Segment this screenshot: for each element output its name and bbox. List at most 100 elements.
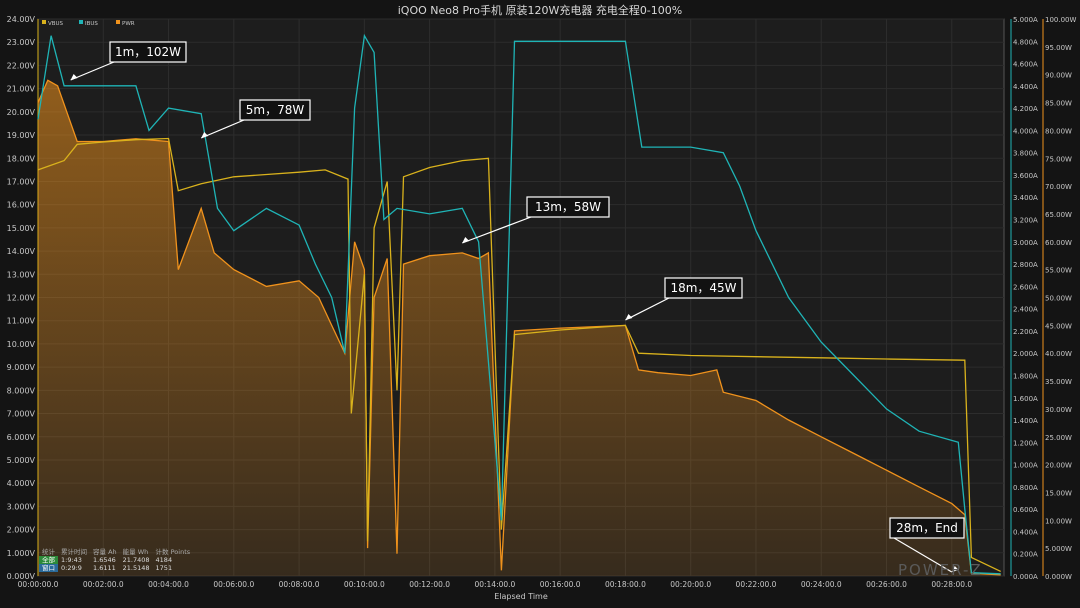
left-axis-tick-label: 19.00V xyxy=(7,131,36,140)
legend-swatch xyxy=(79,20,83,24)
mid-axis-tick-label: 4.400A xyxy=(1013,83,1038,91)
mid-axis-tick-label: 4.200A xyxy=(1013,105,1038,113)
right-axis-tick-label: 20.00W xyxy=(1045,462,1072,470)
right-axis-tick-label: 70.00W xyxy=(1045,183,1072,191)
stats-header: 计数 Points xyxy=(155,548,191,556)
right-axis-tick-label: 100.00W xyxy=(1045,16,1076,24)
right-axis-tick-label: 60.00W xyxy=(1045,239,1072,247)
stats-header: 统计 xyxy=(42,548,55,556)
left-axis-tick-label: 22.00V xyxy=(7,61,36,70)
right-axis-tick-label: 0.000W xyxy=(1045,573,1072,581)
x-axis-tick-label: 00:12:00.0 xyxy=(409,580,450,589)
stats-cell: 4184 xyxy=(155,556,173,564)
x-axis-tick-label: 00:00:00.0 xyxy=(18,580,59,589)
left-axis-tick-label: 24.00V xyxy=(7,15,36,24)
x-axis-tick-label: 00:08:00.0 xyxy=(279,580,320,589)
x-axis-tick-label: 00:10:00.0 xyxy=(344,580,385,589)
left-axis-tick-label: 13.00V xyxy=(7,270,36,279)
right-axis-tick-label: 5.000W xyxy=(1045,545,1072,553)
mid-axis-tick-label: 4.000A xyxy=(1013,127,1038,135)
callout-label: 18m，45W xyxy=(670,281,736,295)
left-axis-tick-label: 11.00V xyxy=(7,317,36,326)
right-axis-tick-label: 40.00W xyxy=(1045,350,1072,358)
right-axis-tick-label: 50.00W xyxy=(1045,295,1072,303)
x-axis-tick-label: 00:04:00.0 xyxy=(148,580,189,589)
stats-row: 窗口 0:29:9 1.6111 21.5148 1751 xyxy=(39,564,193,572)
left-axis-tick-label: 10.00V xyxy=(7,340,36,349)
mid-axis-tick-label: 2.000A xyxy=(1013,350,1038,358)
left-axis-tick-label: 23.00V xyxy=(7,38,36,47)
mid-axis-tick-label: 1.200A xyxy=(1013,439,1038,447)
x-axis-tick-label: 00:20:00.0 xyxy=(670,580,711,589)
right-axis-tick-label: 80.00W xyxy=(1045,127,1072,135)
stats-header-row: 统计 累计时间 容量 Ah 能量 Wh 计数 Points xyxy=(39,548,193,556)
mid-axis-tick-label: 2.400A xyxy=(1013,306,1038,314)
mid-axis-tick-label: 1.000A xyxy=(1013,462,1038,470)
callout-label: 13m，58W xyxy=(535,200,601,214)
legend-label: PWR xyxy=(122,21,135,27)
mid-axis-tick-label: 2.600A xyxy=(1013,283,1038,291)
stats-cell: 1.6546 xyxy=(93,556,116,564)
mid-axis-tick-label: 3.200A xyxy=(1013,217,1038,225)
left-axis-tick-label: 18.00V xyxy=(7,154,36,163)
mid-axis-tick-label: 3.600A xyxy=(1013,172,1038,180)
stats-cell: 1751 xyxy=(155,564,173,572)
left-axis-tick-label: 9.000V xyxy=(7,363,36,372)
callout-label: 5m，78W xyxy=(246,103,305,117)
x-axis-tick-label: 00:06:00.0 xyxy=(213,580,254,589)
left-axis-tick-label: 5.000V xyxy=(7,456,36,465)
right-axis-tick-label: 10.00W xyxy=(1045,517,1072,525)
stats-cell: 21.7408 xyxy=(122,556,150,564)
x-axis-tick-label: 00:18:00.0 xyxy=(605,580,646,589)
mid-axis-tick-label: 3.800A xyxy=(1013,150,1038,158)
stats-row: 全部 1:9:43 1.6546 21.7408 4184 xyxy=(39,556,193,564)
left-axis-tick-label: 21.00V xyxy=(7,85,36,94)
right-axis-tick-label: 75.00W xyxy=(1045,155,1072,163)
legend-swatch xyxy=(42,20,46,24)
right-axis-tick-label: 15.00W xyxy=(1045,489,1072,497)
right-axis-tick-label: 25.00W xyxy=(1045,434,1072,442)
x-axis-tick-label: 00:16:00.0 xyxy=(540,580,581,589)
left-axis-tick-label: 4.000V xyxy=(7,479,36,488)
left-axis-tick-label: 20.00V xyxy=(7,108,36,117)
right-axis-tick-label: 85.00W xyxy=(1045,100,1072,108)
watermark-logo: POWER-Z xyxy=(898,561,983,579)
right-axis-tick-label: 90.00W xyxy=(1045,72,1072,80)
stats-cell: 1.6111 xyxy=(93,564,116,572)
right-axis-tick-label: 55.00W xyxy=(1045,267,1072,275)
right-axis-tick-label: 65.00W xyxy=(1045,211,1072,219)
legend-label: VBUS xyxy=(48,21,64,27)
left-axis-tick-label: 17.00V xyxy=(7,177,36,186)
mid-axis-tick-label: 2.800A xyxy=(1013,261,1038,269)
right-axis-tick-label: 35.00W xyxy=(1045,378,1072,386)
left-axis-tick-label: 2.000V xyxy=(7,526,36,535)
left-axis-tick-label: 8.000V xyxy=(7,386,36,395)
callout-label: 28m，End xyxy=(896,521,958,535)
legend-label: IBUS xyxy=(85,21,98,27)
left-axis-tick-label: 15.00V xyxy=(7,224,36,233)
right-axis-tick-label: 30.00W xyxy=(1045,406,1072,414)
left-axis-tick-label: 3.000V xyxy=(7,502,36,511)
x-axis-tick-label: 00:24:00.0 xyxy=(801,580,842,589)
x-axis-tick-label: 00:14:00.0 xyxy=(474,580,515,589)
stats-header: 累计时间 xyxy=(61,548,87,556)
mid-axis-tick-label: 0.000A xyxy=(1013,573,1038,581)
mid-axis-tick-label: 1.600A xyxy=(1013,395,1038,403)
mid-axis-tick-label: 4.800A xyxy=(1013,38,1038,46)
chart-canvas: 0.000V1.000V2.000V3.000V4.000V5.000V6.00… xyxy=(7,15,1077,601)
mid-axis-tick-label: 1.400A xyxy=(1013,417,1038,425)
legend-swatch xyxy=(116,20,120,24)
left-axis-tick-label: 14.00V xyxy=(7,247,36,256)
left-axis-tick-label: 16.00V xyxy=(7,201,36,210)
left-axis-tick-label: 1.000V xyxy=(7,549,36,558)
mid-axis-tick-label: 0.800A xyxy=(1013,484,1038,492)
stats-header: 能量 Wh xyxy=(122,548,149,556)
right-axis-tick-label: 95.00W xyxy=(1045,44,1072,52)
stats-cell: 窗口 xyxy=(39,564,58,572)
x-axis-tick-label: 00:02:00.0 xyxy=(83,580,124,589)
mid-axis-tick-label: 1.800A xyxy=(1013,372,1038,380)
stats-cell: 21.5148 xyxy=(122,564,150,572)
mid-axis-tick-label: 0.600A xyxy=(1013,506,1038,514)
x-axis-label: Elapsed Time xyxy=(494,592,548,601)
mid-axis-tick-label: 3.000A xyxy=(1013,239,1038,247)
